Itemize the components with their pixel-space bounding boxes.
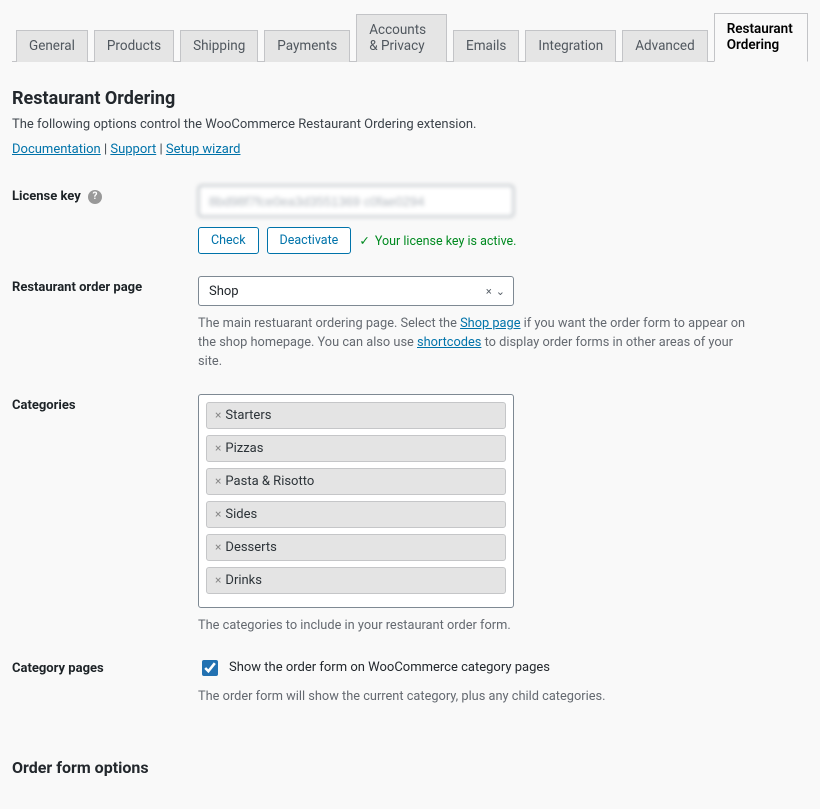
check-button[interactable]: Check — [198, 227, 259, 254]
checkbox-label: Show the order form on WooCommerce categ… — [229, 660, 550, 675]
tab-restaurant-ordering[interactable]: Restaurant Ordering — [714, 13, 808, 62]
deactivate-button[interactable]: Deactivate — [267, 227, 352, 254]
category-pages-description: The order form will show the current cat… — [198, 687, 758, 706]
tab-shipping[interactable]: Shipping — [180, 30, 258, 62]
order-page-description: The main restuarant ordering page. Selec… — [198, 314, 758, 372]
order-page-select[interactable]: Shop × ⌄ — [198, 276, 514, 306]
shop-page-link[interactable]: Shop page — [460, 316, 520, 331]
separator: | — [156, 142, 166, 157]
tab-integration[interactable]: Integration — [525, 30, 616, 62]
remove-icon[interactable]: × — [215, 541, 221, 553]
clear-selection-icon[interactable]: × — [486, 285, 492, 298]
category-chip[interactable]: ×Desserts — [206, 534, 506, 561]
tab-products[interactable]: Products — [94, 30, 174, 62]
license-key-label: License key ? — [12, 175, 198, 266]
categories-multiselect[interactable]: ×Starters ×Pizzas ×Pasta & Risotto ×Side… — [198, 394, 514, 608]
tab-general[interactable]: General — [16, 30, 88, 62]
order-page-selected-value: Shop — [209, 284, 239, 299]
check-icon: ✓ — [359, 234, 369, 249]
section-title: Restaurant Ordering — [12, 88, 808, 109]
category-chip[interactable]: ×Sides — [206, 501, 506, 528]
section-description: The following options control the WooCom… — [12, 117, 808, 132]
settings-tabs: General Products Shipping Payments Accou… — [12, 12, 808, 62]
setup-wizard-link[interactable]: Setup wizard — [166, 142, 241, 157]
remove-icon[interactable]: × — [215, 409, 221, 421]
help-tip-icon[interactable]: ? — [88, 190, 102, 204]
show-order-form-checkbox[interactable] — [202, 660, 218, 676]
support-link[interactable]: Support — [110, 142, 156, 157]
chevron-down-icon[interactable]: ⌄ — [496, 285, 505, 298]
license-key-input[interactable] — [198, 185, 514, 217]
category-chip[interactable]: ×Pasta & Risotto — [206, 468, 506, 495]
remove-icon[interactable]: × — [215, 475, 221, 487]
order-form-options-title: Order form options — [12, 758, 808, 777]
order-page-label: Restaurant order page — [12, 266, 198, 384]
categories-description: The categories to include in your restau… — [198, 616, 758, 635]
category-chip[interactable]: ×Pizzas — [206, 435, 506, 462]
categories-label: Categories — [12, 384, 198, 647]
help-links: Documentation | Support | Setup wizard — [12, 142, 808, 157]
remove-icon[interactable]: × — [215, 508, 221, 520]
documentation-link[interactable]: Documentation — [12, 142, 101, 157]
shortcodes-link[interactable]: shortcodes — [417, 335, 481, 350]
separator: | — [101, 142, 111, 157]
tab-payments[interactable]: Payments — [264, 30, 350, 62]
category-chip[interactable]: ×Drinks — [206, 567, 506, 594]
category-pages-label: Category pages — [12, 647, 198, 718]
category-pages-checkbox-row[interactable]: Show the order form on WooCommerce categ… — [198, 657, 800, 679]
category-chip[interactable]: ×Starters — [206, 402, 506, 429]
remove-icon[interactable]: × — [215, 442, 221, 454]
tab-accounts-privacy[interactable]: Accounts & Privacy — [356, 14, 447, 62]
remove-icon[interactable]: × — [215, 574, 221, 586]
license-status: ✓ Your license key is active. — [359, 233, 516, 249]
tab-advanced[interactable]: Advanced — [622, 30, 708, 62]
tab-emails[interactable]: Emails — [453, 30, 519, 62]
